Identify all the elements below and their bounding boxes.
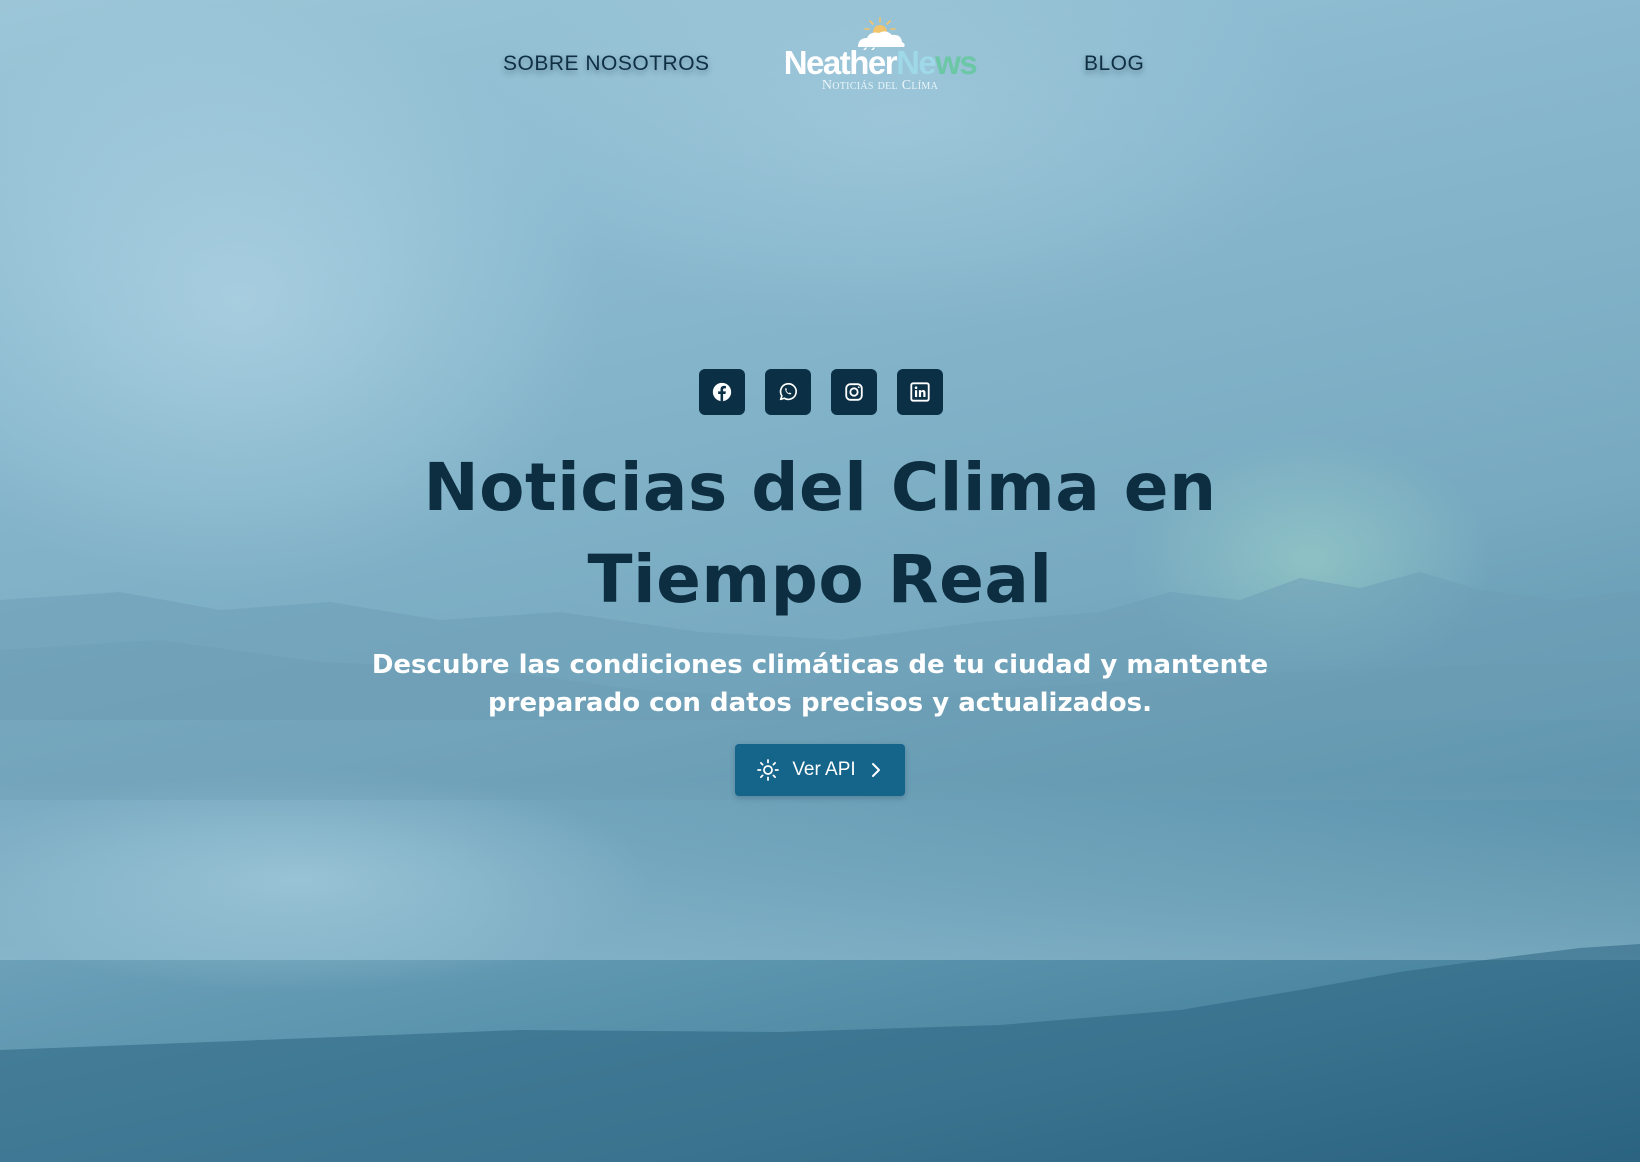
linkedin-icon xyxy=(910,382,930,402)
instagram-icon xyxy=(845,383,863,401)
facebook-button[interactable] xyxy=(699,369,745,415)
whatsapp-icon xyxy=(779,382,797,401)
facebook-icon xyxy=(712,382,732,402)
whatsapp-button[interactable] xyxy=(765,369,811,415)
linkedin-button[interactable] xyxy=(897,369,943,415)
sun-icon xyxy=(756,758,780,782)
instagram-button[interactable] xyxy=(831,369,877,415)
logo-name-part3: ws xyxy=(935,44,978,81)
hero-subtitle: Descubre las condiciones climáticas de t… xyxy=(371,650,1269,718)
logo-name-part2: Ne xyxy=(896,44,937,81)
site-logo[interactable]: NeatherNews Noticiás del Clíma xyxy=(780,16,980,98)
logo-name: NeatherNews xyxy=(780,46,980,79)
nav-link-blog[interactable]: BLOG xyxy=(1084,52,1144,76)
hero-title: Noticias del Clima en Tiempo Real xyxy=(423,449,1217,618)
social-links xyxy=(699,369,943,415)
logo-tagline: Noticiás del Clíma xyxy=(821,78,939,93)
nav-link-sobre-nosotros[interactable]: SOBRE NOSOTROS xyxy=(503,52,710,76)
chevron-right-icon xyxy=(868,762,884,778)
ver-api-label: Ver API xyxy=(792,759,856,780)
ver-api-button[interactable]: Ver API xyxy=(735,744,905,796)
logo-name-part1: Neather xyxy=(783,44,898,81)
